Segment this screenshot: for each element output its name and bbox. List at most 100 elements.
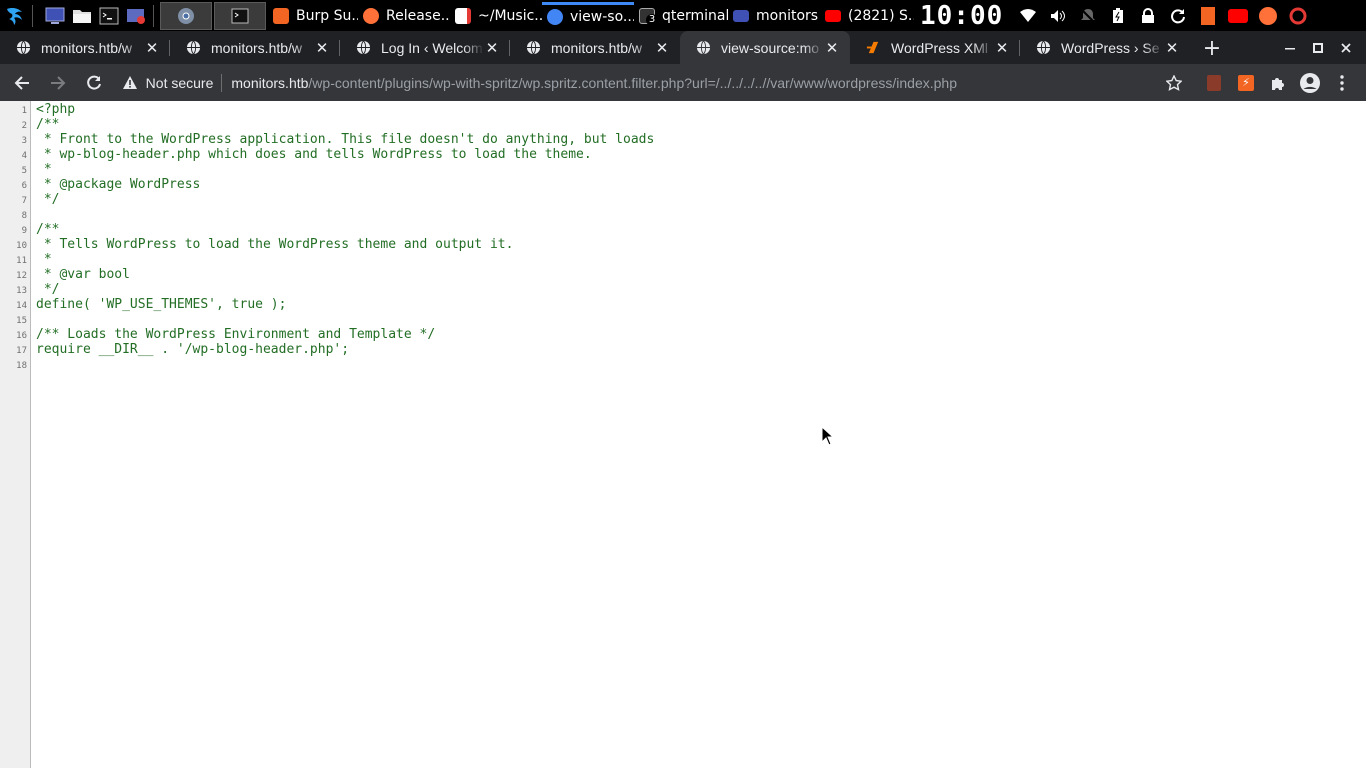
line-code: * (36, 162, 52, 177)
browser-tab-active[interactable]: view-source:mo ✕ (680, 31, 850, 64)
browser-tab[interactable]: monitors.htb/w ✕ (0, 31, 170, 64)
arrow-left-icon (14, 75, 29, 90)
source-line: 13 */ (0, 282, 1366, 297)
url-text[interactable]: monitors.htb/wp-content/plugins/wp-with-… (231, 75, 957, 91)
firefox-icon[interactable] (1258, 6, 1278, 26)
warning-triangle-icon (122, 76, 137, 89)
bookmark-star-icon[interactable] (1158, 67, 1190, 99)
taskbar-window-music[interactable]: ~/Music... (450, 2, 542, 30)
line-code: <?php (36, 102, 76, 117)
taskbar-window-burp[interactable]: Burp Su... (268, 2, 358, 30)
taskbar-window-monitors[interactable]: monitors (728, 2, 820, 30)
tab-close-icon[interactable]: ✕ (484, 40, 500, 57)
os-taskbar: Burp Su... Release... ~/Music... view-so… (0, 0, 1366, 31)
url-host: monitors.htb (231, 74, 309, 91)
pinned-chrome[interactable] (160, 1, 212, 30)
globe-icon (16, 40, 31, 55)
swirl-icon[interactable] (1288, 6, 1308, 26)
back-button[interactable] (6, 67, 38, 99)
line-code: require __DIR__ . '/wp-blog-header.php'; (36, 342, 350, 357)
line-code: */ (36, 282, 60, 297)
taskbar-window-firefox[interactable]: Release... (358, 2, 450, 30)
folder-icon[interactable] (71, 5, 93, 27)
tab-close-icon[interactable]: ✕ (314, 40, 330, 57)
tab-title: WordPress XMl (891, 39, 988, 56)
forward-button[interactable] (42, 67, 74, 99)
taskbar-window-title: qterminal (662, 7, 728, 24)
tab-close-icon[interactable]: ✕ (824, 40, 840, 57)
tab-close-icon[interactable]: ✕ (144, 40, 160, 57)
source-line: 18 (0, 357, 1366, 372)
terminal-icon[interactable] (98, 5, 120, 27)
profile-avatar-icon[interactable] (1294, 67, 1326, 99)
burp-icon (273, 7, 289, 24)
new-tab-button[interactable]: + (1198, 34, 1226, 62)
menu-kebab-icon[interactable] (1326, 67, 1358, 99)
youtube-icon[interactable] (1228, 6, 1249, 26)
desktop-icon[interactable] (44, 5, 66, 27)
maximize-button[interactable] (1304, 34, 1332, 62)
tab-title: view-source:mo (721, 39, 820, 56)
omnibox-separator (221, 73, 223, 92)
line-code: * Tells WordPress to load the WordPress … (36, 237, 514, 252)
screenshot-icon[interactable] (125, 5, 147, 27)
minimize-button[interactable] (1276, 34, 1304, 62)
burp-extension-icon[interactable] (1198, 67, 1230, 99)
volume-icon[interactable] (1048, 6, 1068, 26)
taskbar-window-youtube[interactable]: (2821) S... (820, 2, 914, 30)
line-number: 11 (16, 256, 27, 266)
arrow-right-icon (50, 75, 66, 90)
source-line: 1 <?php (0, 102, 1366, 117)
burp-proxy-extension-icon[interactable]: ⚡ (1230, 67, 1262, 99)
extensions-puzzle-icon[interactable] (1262, 67, 1294, 99)
burp-icon[interactable] (1198, 6, 1218, 26)
line-code: * @var bool (36, 267, 130, 282)
taskbar-window-title: monitors (756, 7, 819, 24)
globe-icon (526, 40, 541, 55)
close-window-button[interactable] (1332, 34, 1360, 62)
line-code: */ (36, 192, 60, 207)
pinned-terminal[interactable] (214, 1, 266, 30)
line-code: /** (36, 222, 60, 237)
line-code: * Front to the WordPress application. Th… (36, 132, 655, 147)
tab-close-icon[interactable]: ✕ (1164, 40, 1180, 57)
reload-icon (86, 75, 101, 90)
wifi-icon[interactable] (1018, 6, 1038, 26)
taskbar-window-qterminal[interactable]: qterminal 3 (634, 2, 728, 30)
lock-icon[interactable] (1138, 6, 1158, 26)
battery-icon[interactable] (1108, 6, 1128, 26)
line-number: 12 (16, 271, 27, 281)
browser-tab[interactable]: WordPress › Se ✕ (1020, 31, 1190, 64)
folder-icon (733, 9, 749, 22)
source-line: 12 * @var bool (0, 267, 1366, 282)
browser-tab[interactable]: WordPress XMl ✕ (850, 31, 1020, 64)
taskbar-window-title: view-so... (570, 9, 634, 25)
line-number: 10 (16, 241, 27, 251)
address-bar[interactable]: Not secure monitors.htb/wp-content/plugi… (122, 64, 1158, 101)
source-line: 9 /** (0, 222, 1366, 237)
bell-off-icon[interactable] (1078, 6, 1098, 26)
line-number: 3 (21, 136, 27, 146)
refresh-icon[interactable] (1168, 6, 1188, 26)
security-indicator[interactable]: Not secure (122, 75, 213, 91)
browser-tab[interactable]: Log In ‹ Welcom ✕ (340, 31, 510, 64)
browser-tab[interactable]: monitors.htb/w ✕ (170, 31, 340, 64)
browser-tab[interactable]: monitors.htb/w ✕ (510, 31, 680, 64)
window-count-badge: 3 (646, 13, 658, 26)
tab-close-icon[interactable]: ✕ (654, 40, 670, 57)
clock: 10:00 (920, 0, 1004, 31)
taskbar-window-view-source[interactable]: view-so... (542, 1, 634, 30)
kali-dragon-icon[interactable] (4, 5, 26, 27)
tab-close-icon[interactable]: ✕ (994, 40, 1010, 57)
source-line: 17 require __DIR__ . '/wp-blog-header.php… (0, 342, 1366, 357)
mouse-cursor-icon (821, 426, 835, 446)
reload-button[interactable] (78, 67, 110, 99)
chrome-icon (178, 7, 194, 24)
globe-icon (356, 40, 371, 55)
view-source-content: 1 <?php 2/** 3 * Front to the WordPress app… (0, 101, 1366, 768)
taskbar-window-title: (2821) S... (848, 7, 914, 24)
line-code: /** Loads the WordPress Environment and … (36, 327, 436, 342)
url-path: /wp-content/plugins/wp-with-spritz/wp.sp… (308, 74, 957, 91)
globe-icon (696, 40, 711, 55)
line-code: * wp-blog-header.php which does and tell… (36, 147, 592, 162)
